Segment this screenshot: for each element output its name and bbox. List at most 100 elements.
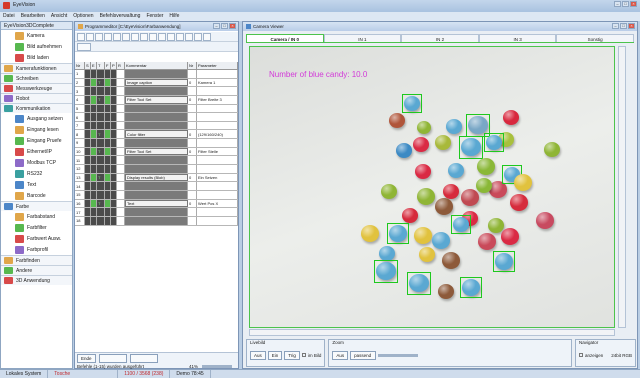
copy-icon[interactable]: [113, 32, 121, 41]
sidebar-item[interactable]: Kamera: [1, 30, 72, 41]
table-row[interactable]: 15: [75, 190, 238, 200]
help-icon[interactable]: [203, 32, 211, 41]
live-on-button[interactable]: Ein: [267, 350, 283, 360]
tab-0[interactable]: Camera / IN 0: [246, 34, 324, 42]
table-row[interactable]: 11: [75, 156, 238, 166]
sidebar-item[interactable]: Bild aufnehmen: [1, 41, 72, 52]
table-row[interactable]: 18: [75, 216, 238, 226]
cut-icon[interactable]: [104, 32, 112, 41]
grid-column-header[interactable]: R: [117, 62, 125, 69]
grid-column-header[interactable]: Parameter: [197, 62, 238, 69]
step-field[interactable]: [129, 354, 158, 363]
maximize-icon[interactable]: □: [622, 1, 629, 7]
grid-column-header[interactable]: Nr: [75, 62, 85, 69]
sidebar-item[interactable]: Barcode: [1, 190, 72, 201]
sidebar-section-2[interactable]: Schreiben: [1, 73, 72, 83]
grid-column-header[interactable]: Nr: [188, 62, 197, 69]
sidebar-section-7[interactable]: Farbfinden: [1, 255, 72, 265]
table-row[interactable]: 8 T Color filter 0 (129/160/240): [75, 130, 238, 140]
sidebar-section-3[interactable]: Messwerkzeuge: [1, 83, 72, 93]
sidebar-section-4[interactable]: Robot: [1, 93, 72, 103]
sidebar-item[interactable]: Farbabstand: [1, 211, 72, 222]
tab-4[interactable]: Sonstig: [556, 34, 634, 42]
new-icon[interactable]: [77, 32, 85, 41]
table-row[interactable]: 9: [75, 139, 238, 148]
table-row[interactable]: 2 T Image caption 0 Kamera 1: [75, 78, 238, 88]
table-row[interactable]: 17: [75, 208, 238, 217]
close-icon[interactable]: ×: [229, 23, 236, 29]
live-off-button[interactable]: Aus: [250, 350, 266, 360]
menu-item-0[interactable]: Datei: [0, 12, 18, 21]
sidebar-item[interactable]: Bild laden: [1, 52, 72, 63]
table-row[interactable]: 10 T Filter Tool Set 0 Filter Stelle: [75, 147, 238, 157]
maximize-icon[interactable]: □: [620, 23, 627, 29]
step-icon[interactable]: [149, 32, 157, 41]
table-row[interactable]: 7: [75, 121, 238, 131]
menu-item-4[interactable]: Befehlsverwaltung: [97, 12, 144, 21]
settings-icon[interactable]: [176, 32, 184, 41]
menu-item-6[interactable]: Hilfe: [166, 12, 182, 21]
table-row[interactable]: 6: [75, 113, 238, 122]
close-icon[interactable]: ×: [628, 23, 635, 29]
dropdown-icon[interactable]: [77, 42, 91, 51]
sidebar-item[interactable]: Eingang lesen: [1, 124, 72, 135]
table-row[interactable]: 16 T Text 0 Wert Pos X: [75, 199, 238, 209]
run-field[interactable]: [98, 354, 127, 363]
table-row[interactable]: 14: [75, 182, 238, 191]
menu-item-3[interactable]: Optionen: [70, 12, 96, 21]
camera-image[interactable]: Number of blue candy: 10.0: [249, 46, 615, 328]
table-row[interactable]: 5: [75, 104, 238, 114]
sidebar-item[interactable]: Modbus TCP: [1, 157, 72, 168]
in-image-checkbox[interactable]: [301, 353, 306, 357]
sidebar-section-5[interactable]: Kommunikation: [1, 103, 72, 113]
sidebar-item[interactable]: Ethernet/IP: [1, 146, 72, 157]
table-row[interactable]: 1: [75, 70, 238, 79]
tab-3[interactable]: IN 3: [478, 34, 557, 42]
sidebar-item[interactable]: RS232: [1, 168, 72, 179]
table-row[interactable]: 13 T Display results (Blob) 0 Ein Setzen: [75, 173, 238, 183]
run-icon[interactable]: [140, 32, 148, 41]
menu-item-1[interactable]: Bearbeiten: [18, 12, 48, 21]
sidebar-item[interactable]: Farbwert Ausw.: [1, 233, 72, 244]
paste-icon[interactable]: [122, 32, 130, 41]
sidebar-section-9[interactable]: 3D Anwendung: [1, 275, 72, 285]
menu-item-2[interactable]: Ansicht: [48, 12, 70, 21]
save-icon[interactable]: [95, 32, 103, 41]
zoom-track[interactable]: [378, 353, 419, 357]
grid-column-header[interactable]: T: [97, 62, 105, 69]
sidebar-section-8[interactable]: Andere: [1, 265, 72, 275]
table-row[interactable]: 3: [75, 87, 238, 96]
sidebar-item[interactable]: Ausgang setzen: [1, 113, 72, 124]
sidebar-item[interactable]: Eingang Pruefe: [1, 135, 72, 146]
tab-2[interactable]: IN 2: [401, 34, 479, 42]
print-icon[interactable]: [167, 32, 175, 41]
vertical-scrollbar[interactable]: [618, 46, 626, 328]
live-trigger-button[interactable]: Trig: [284, 350, 300, 360]
stop-icon[interactable]: [158, 32, 166, 41]
end-button[interactable]: Ende: [77, 354, 96, 363]
zoom-in-icon[interactable]: [185, 32, 193, 41]
minimize-icon[interactable]: –: [213, 23, 220, 29]
zoom-out-icon[interactable]: [194, 32, 202, 41]
sidebar-item[interactable]: Farbfilter: [1, 222, 72, 233]
sidebar-section-1[interactable]: Kamerafunktionen: [1, 63, 72, 73]
horizontal-scrollbar[interactable]: [249, 329, 615, 336]
navigator-checkbox[interactable]: [578, 353, 583, 357]
sidebar-item[interactable]: Text: [1, 179, 72, 190]
zoom-off-button[interactable]: Aus: [332, 350, 349, 360]
sidebar-section-6[interactable]: Farbe: [1, 201, 72, 211]
open-icon[interactable]: [86, 32, 94, 41]
minimize-icon[interactable]: –: [612, 23, 619, 29]
close-icon[interactable]: ×: [630, 1, 637, 7]
delete-icon[interactable]: [131, 32, 139, 41]
maximize-icon[interactable]: □: [221, 23, 228, 29]
sidebar-item[interactable]: Farbprofil: [1, 244, 72, 255]
grid-column-header[interactable]: Kommentar: [125, 62, 188, 69]
table-row[interactable]: 4 T Filter Tool Set 0 Filter Breite 3: [75, 95, 238, 105]
table-row[interactable]: 12: [75, 165, 238, 174]
zoom-mode-select[interactable]: passend: [350, 350, 377, 360]
zoom-slider[interactable]: [202, 365, 232, 368]
minimize-icon[interactable]: –: [614, 1, 621, 7]
menu-item-5[interactable]: Fenster: [143, 12, 166, 21]
tab-1[interactable]: IN 1: [323, 34, 402, 42]
